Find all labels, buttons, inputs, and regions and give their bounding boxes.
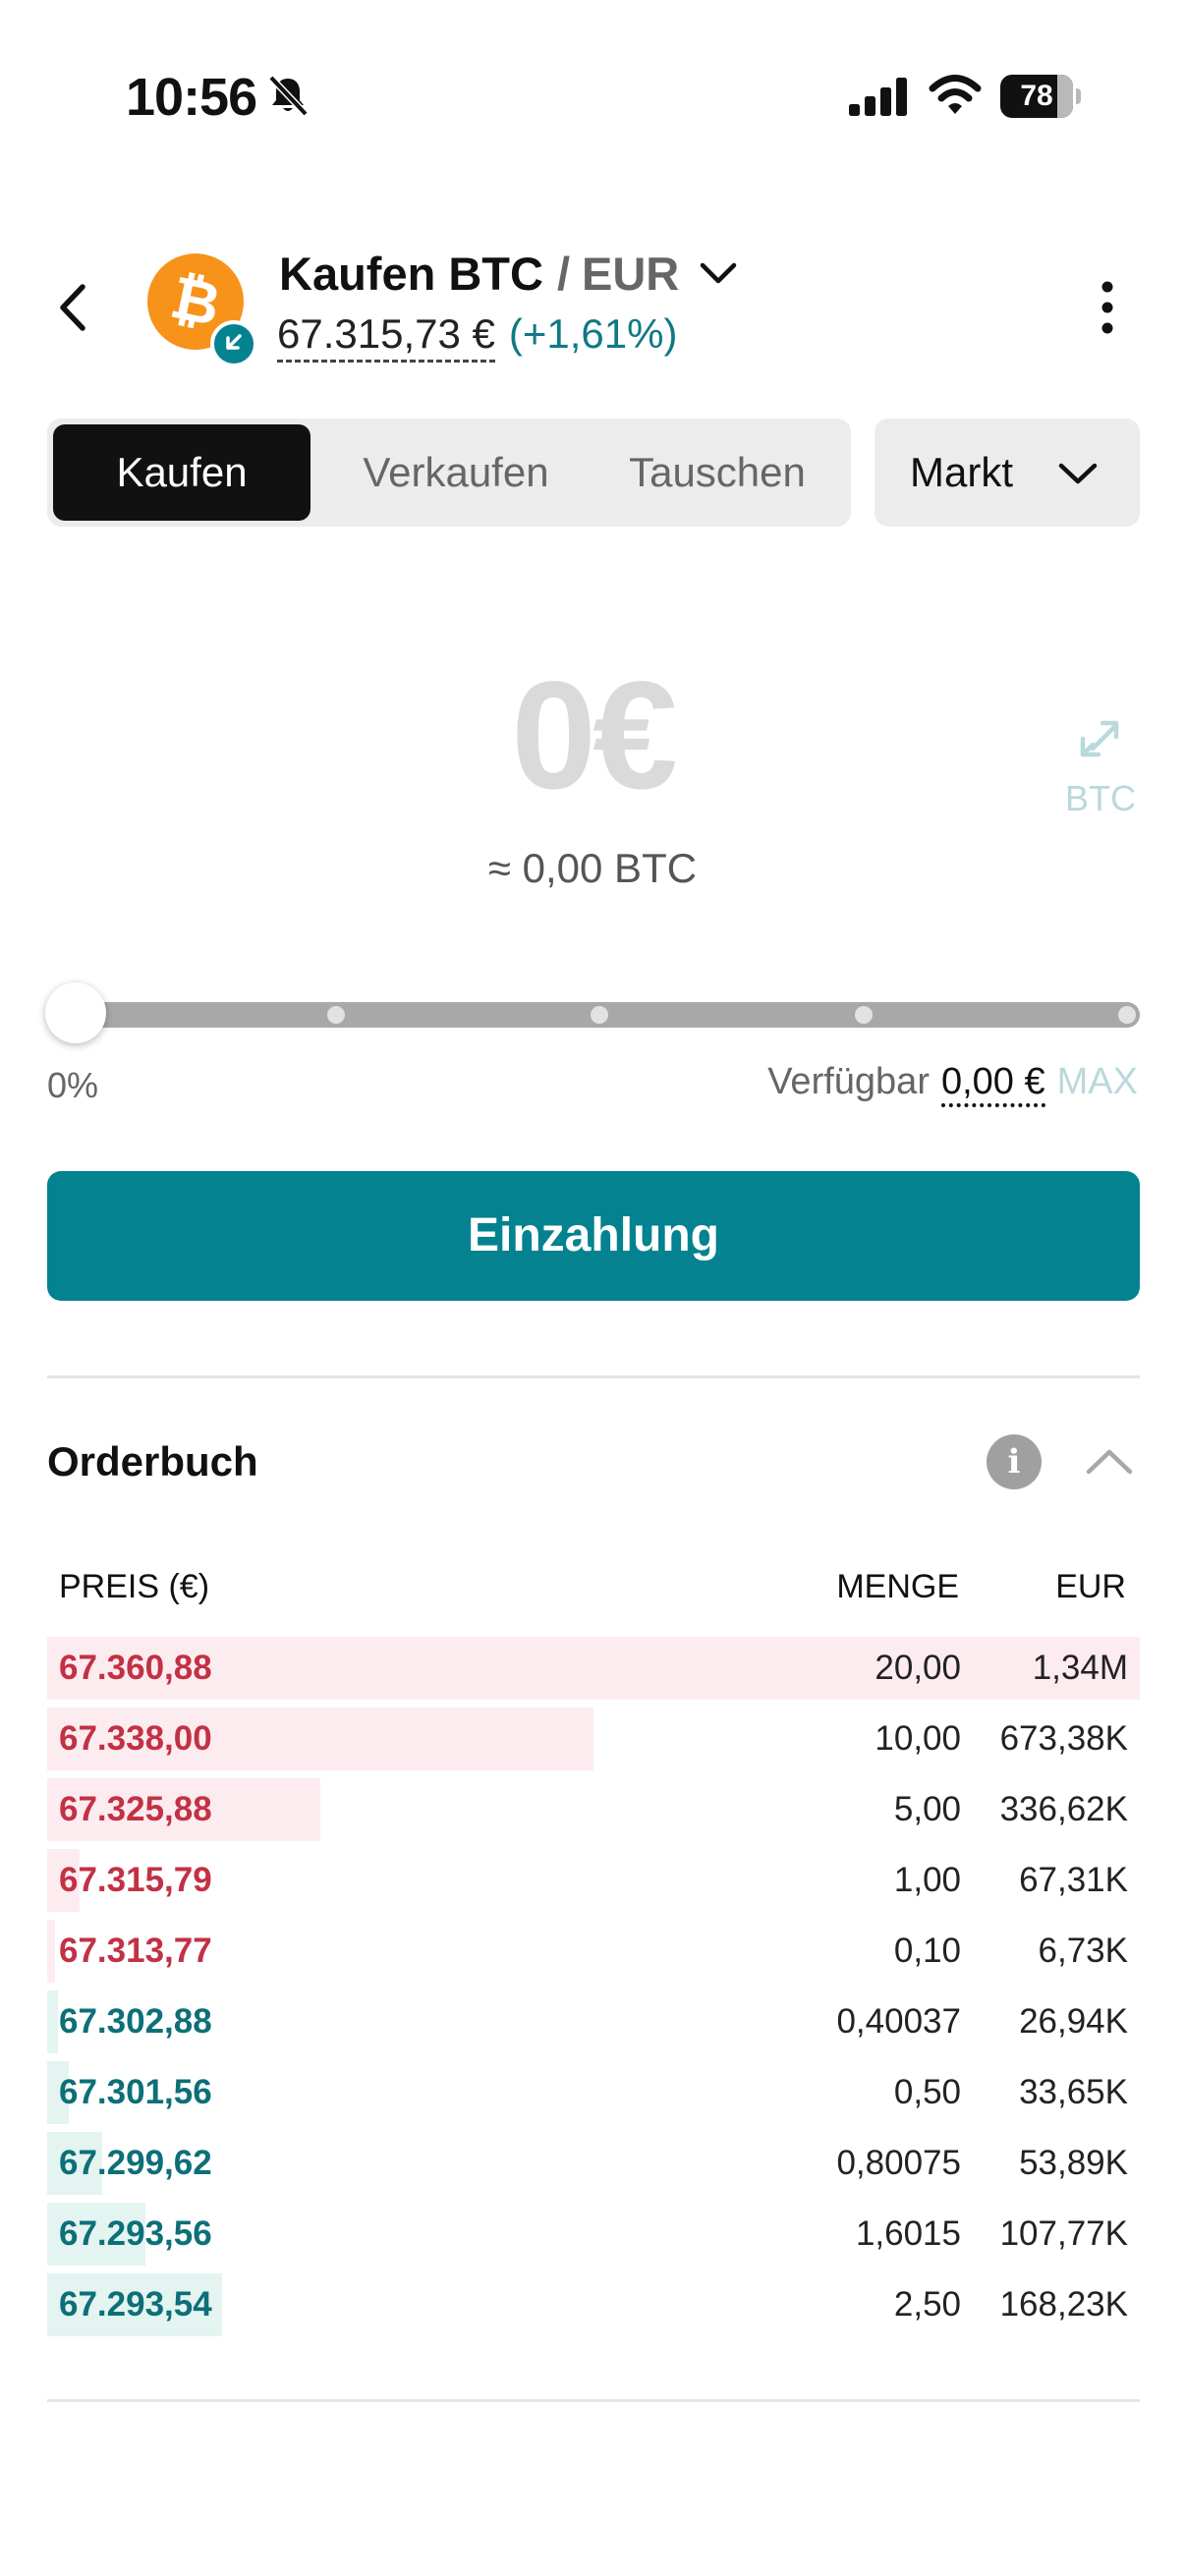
section-divider bbox=[47, 1375, 1140, 1378]
pair-selector[interactable]: Kaufen BTC / EUR bbox=[279, 244, 738, 303]
tab-verkaufen[interactable]: Verkaufen bbox=[328, 424, 584, 521]
orderbook-row[interactable]: 67.302,88 0,40037 26,94K bbox=[47, 1990, 1140, 2053]
trade-mode-tabs: Kaufen Verkaufen Tauschen bbox=[47, 419, 851, 527]
order-price: 67.338,00 bbox=[59, 1719, 212, 1758]
section-divider-bottom bbox=[47, 2399, 1140, 2402]
battery-level-text: 78 bbox=[1020, 80, 1053, 112]
orderbook-row[interactable]: 67.360,88 20,00 1,34M bbox=[47, 1637, 1140, 1700]
order-quantity: 20,00 bbox=[875, 1649, 961, 1687]
order-price: 67.315,79 bbox=[59, 1861, 212, 1899]
order-eur-total: 26,94K bbox=[1019, 2002, 1128, 2041]
orderbook-row[interactable]: 67.338,00 10,00 673,38K bbox=[47, 1708, 1140, 1770]
order-price: 67.293,56 bbox=[59, 2214, 212, 2253]
more-vertical-icon[interactable] bbox=[1093, 275, 1122, 340]
status-bar: 10:56 78 bbox=[0, 0, 1185, 187]
order-eur-total: 53,89K bbox=[1019, 2144, 1128, 2182]
chevron-down-icon bbox=[1058, 463, 1098, 484]
available-label: Verfügbar bbox=[767, 1061, 930, 1102]
order-eur-total: 107,77K bbox=[999, 2214, 1128, 2253]
swap-currency-label[interactable]: BTC bbox=[1051, 778, 1150, 819]
order-eur-total: 6,73K bbox=[1038, 1932, 1128, 1970]
deposit-button[interactable]: Einzahlung bbox=[47, 1171, 1140, 1301]
arrow-down-left-icon bbox=[226, 334, 242, 350]
slider-step-dot bbox=[326, 1006, 345, 1024]
status-time: 10:56 bbox=[126, 68, 257, 127]
back-chevron-icon[interactable] bbox=[47, 275, 100, 340]
order-price: 67.302,88 bbox=[59, 2002, 212, 2041]
tab-kaufen[interactable]: Kaufen bbox=[53, 424, 310, 521]
price-change: (+1,61%) bbox=[508, 310, 678, 357]
order-price: 67.360,88 bbox=[59, 1649, 212, 1687]
order-quantity: 0,50 bbox=[893, 2073, 961, 2111]
bid-depth-bar bbox=[47, 1990, 58, 2053]
order-quantity: 5,00 bbox=[893, 1790, 961, 1828]
order-quantity: 0,10 bbox=[893, 1932, 961, 1970]
orderbook-row[interactable]: 67.315,79 1,00 67,31K bbox=[47, 1849, 1140, 1912]
amount-input[interactable]: 0€ bbox=[0, 648, 1185, 824]
column-header-price: PREIS (€) bbox=[59, 1568, 210, 1605]
amount-converted: ≈ 0,00 BTC bbox=[487, 845, 698, 891]
max-button[interactable]: MAX bbox=[1057, 1061, 1138, 1103]
order-price: 67.313,77 bbox=[59, 1932, 212, 1970]
cellular-signal-icon bbox=[849, 78, 907, 116]
order-price: 67.299,62 bbox=[59, 2144, 212, 2182]
slider-step-dot bbox=[591, 1006, 608, 1024]
battery-icon: 78 bbox=[1000, 75, 1081, 118]
pair-quote-currency: EUR bbox=[582, 247, 680, 300]
order-eur-total: 67,31K bbox=[1019, 1861, 1128, 1899]
order-type-label: Markt bbox=[910, 449, 1013, 495]
order-price: 67.293,54 bbox=[59, 2285, 212, 2324]
orderbook-title: Orderbuch bbox=[47, 1438, 258, 1484]
pair-chevron-down-icon bbox=[701, 262, 737, 284]
order-eur-total: 673,38K bbox=[999, 1719, 1128, 1758]
orderbook-row[interactable]: 67.293,56 1,6015 107,77K bbox=[47, 2203, 1140, 2266]
slider-step-dot bbox=[1118, 1006, 1136, 1024]
order-price: 67.325,88 bbox=[59, 1790, 212, 1828]
orderbook-row[interactable]: 67.313,77 0,10 6,73K bbox=[47, 1920, 1140, 1983]
orderbook-row[interactable]: 67.301,56 0,50 33,65K bbox=[47, 2061, 1140, 2124]
info-icon[interactable]: i bbox=[987, 1434, 1042, 1489]
order-quantity: 10,00 bbox=[875, 1719, 961, 1758]
slider-thumb[interactable] bbox=[45, 982, 106, 1043]
order-price: 67.301,56 bbox=[59, 2073, 212, 2111]
chevron-up-icon[interactable] bbox=[1085, 1446, 1134, 1476]
orderbook-row[interactable]: 67.293,54 2,50 168,23K bbox=[47, 2273, 1140, 2336]
order-quantity: 1,00 bbox=[893, 1861, 961, 1899]
pair-header: ₿ Kaufen BTC / EUR 67.315,73 € (+1,61%) bbox=[0, 236, 1185, 373]
column-header-eur: EUR bbox=[1055, 1568, 1126, 1605]
tab-tauschen[interactable]: Tauschen bbox=[590, 424, 845, 521]
order-eur-total: 168,23K bbox=[999, 2285, 1128, 2324]
order-quantity: 2,50 bbox=[893, 2285, 961, 2324]
order-type-dropdown[interactable]: Markt bbox=[875, 419, 1140, 527]
slider-step-dot bbox=[854, 1006, 873, 1024]
orderbook-row[interactable]: 67.325,88 5,00 336,62K bbox=[47, 1778, 1140, 1841]
swap-arrows-icon[interactable] bbox=[1077, 709, 1124, 764]
order-quantity: 1,6015 bbox=[855, 2214, 961, 2253]
column-header-qty: MENGE bbox=[836, 1568, 959, 1605]
order-quantity: 0,40037 bbox=[836, 2002, 961, 2041]
current-price[interactable]: 67.315,73 € bbox=[277, 310, 495, 363]
orderbook-row[interactable]: 67.299,62 0,80075 53,89K bbox=[47, 2132, 1140, 2195]
deposit-badge-icon bbox=[210, 320, 257, 367]
available-balance: Verfügbar 0,00 € MAX bbox=[767, 1061, 1138, 1107]
slider-percent-label: 0% bbox=[47, 1065, 99, 1105]
pair-action-label: Kaufen BTC bbox=[279, 247, 543, 300]
order-eur-total: 33,65K bbox=[1019, 2073, 1128, 2111]
battery-cap bbox=[1076, 88, 1081, 104]
wifi-icon bbox=[929, 75, 982, 114]
bell-slash-icon bbox=[268, 75, 309, 117]
price-row: 67.315,73 € (+1,61%) bbox=[277, 310, 677, 365]
ask-depth-bar bbox=[47, 1920, 55, 1983]
pair-separator: / bbox=[556, 247, 571, 300]
available-value[interactable]: 0,00 € bbox=[940, 1061, 1045, 1107]
order-eur-total: 1,34M bbox=[1032, 1649, 1128, 1687]
order-quantity: 0,80075 bbox=[836, 2144, 961, 2182]
order-eur-total: 336,62K bbox=[999, 1790, 1128, 1828]
